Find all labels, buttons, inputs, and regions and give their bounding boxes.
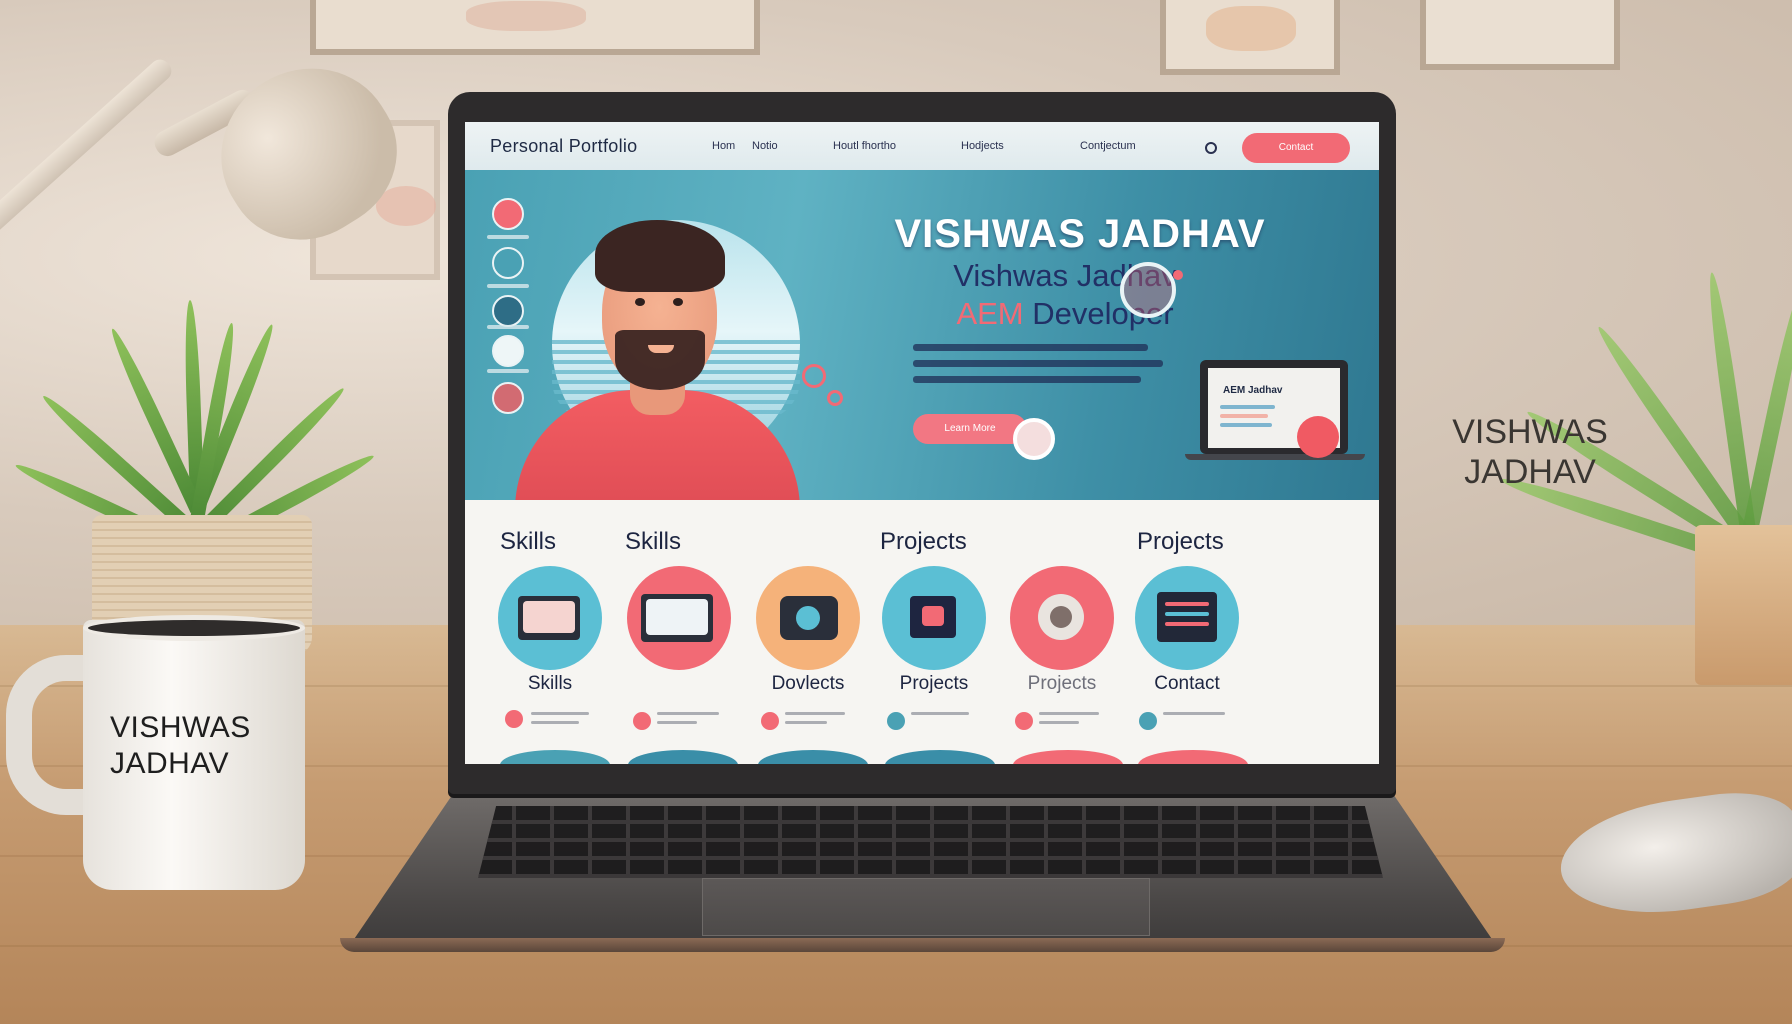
detail-line xyxy=(1039,721,1079,724)
detail-icon xyxy=(887,712,905,730)
skills-projects-section: Skills Skills Projects Projects Skills D… xyxy=(465,500,1379,764)
detail-icon xyxy=(761,712,779,730)
detail-line xyxy=(785,712,845,715)
mini-laptop-line xyxy=(1220,405,1275,409)
decor-bubble xyxy=(827,390,843,406)
decor-bubble xyxy=(802,364,826,388)
mini-laptop-line xyxy=(1220,414,1268,418)
nav-link-home[interactable]: Hom xyxy=(712,140,735,152)
keyboard-rows xyxy=(478,806,1383,878)
social-email-icon[interactable] xyxy=(492,382,524,414)
hero-description-line xyxy=(913,376,1141,383)
hero-description-line xyxy=(913,344,1148,351)
section-heading-skills: Skills xyxy=(625,528,682,555)
social-instagram-icon[interactable] xyxy=(492,198,524,230)
wall-frame xyxy=(310,0,760,55)
detail-line xyxy=(785,721,827,724)
mini-laptop-line xyxy=(1220,423,1272,427)
card-label-dovlects[interactable]: Dovlects xyxy=(743,673,873,695)
detail-icon xyxy=(505,710,523,728)
search-icon[interactable] xyxy=(1205,142,1217,154)
laptop-card-icon[interactable] xyxy=(627,566,731,670)
nav-link-about[interactable]: Notio xyxy=(752,140,778,152)
decor-ring xyxy=(1120,262,1176,318)
detail-line xyxy=(657,712,719,715)
card-label-skills[interactable]: Skills xyxy=(485,673,615,695)
hero-subtitle: Vishwas Jadhav xyxy=(953,258,1177,293)
target-card-icon[interactable] xyxy=(1010,566,1114,670)
footer-arc xyxy=(1138,750,1248,764)
nav-link-contact[interactable]: Contjectum xyxy=(1080,140,1136,152)
detail-line xyxy=(657,721,697,724)
nav-link-projects[interactable]: Hodjects xyxy=(961,140,1004,152)
footer-arc xyxy=(758,750,868,764)
mini-badge-icon xyxy=(1013,418,1055,460)
section-heading-projects: Projects xyxy=(1137,528,1224,555)
mug-print: VISHWAS JADHAV xyxy=(110,711,251,780)
nav-cta-button[interactable]: Contact xyxy=(1242,133,1350,163)
detail-line xyxy=(1163,712,1225,715)
detail-icon xyxy=(633,712,651,730)
card-label-projects[interactable]: Projects xyxy=(997,673,1127,695)
card-label-projects[interactable]: Projects xyxy=(869,673,999,695)
mini-document-icon xyxy=(1297,416,1339,458)
nav-link-portfolio[interactable]: Houtl fhortho xyxy=(833,140,896,152)
hero-role: AEM Developer xyxy=(800,296,1330,332)
plant-pot xyxy=(1695,525,1792,685)
laptop-edge xyxy=(340,938,1505,952)
site-navbar: Personal Portfolio Hom Notio Houtl fhort… xyxy=(465,122,1379,170)
hero-description-line xyxy=(913,360,1163,367)
wall-name-text: VISHWAS JADHAV xyxy=(1452,413,1608,491)
hero-role-accent: AEM xyxy=(956,296,1024,331)
footer-arc xyxy=(628,750,738,764)
laptop-screen: Personal Portfolio Hom Notio Houtl fhort… xyxy=(465,122,1379,764)
laptop-touchpad[interactable] xyxy=(702,878,1150,936)
section-heading-projects: Projects xyxy=(880,528,967,555)
mini-laptop-base xyxy=(1185,454,1365,460)
hero-learn-more-button[interactable]: Learn More xyxy=(913,414,1027,444)
detail-line xyxy=(531,712,589,715)
social-globe-icon[interactable] xyxy=(492,335,524,367)
mini-laptop-title: AEM Jadhav xyxy=(1223,385,1283,396)
footer-arc xyxy=(500,750,610,764)
site-brand[interactable]: Personal Portfolio xyxy=(490,136,637,157)
footer-arc xyxy=(1013,750,1123,764)
section-heading-skills: Skills xyxy=(500,528,557,555)
contact-card-icon[interactable] xyxy=(1135,566,1239,670)
puzzle-card-icon[interactable] xyxy=(882,566,986,670)
detail-line xyxy=(531,721,579,724)
social-linkedin-icon[interactable] xyxy=(492,295,524,327)
wall-frame xyxy=(1160,0,1340,75)
detail-line xyxy=(1039,712,1099,715)
skills-card-icon[interactable] xyxy=(498,566,602,670)
detail-icon xyxy=(1139,712,1157,730)
social-github-icon[interactable] xyxy=(492,247,524,279)
card-label-contact[interactable]: Contact xyxy=(1122,673,1252,695)
wall-frame xyxy=(1420,0,1620,70)
hero-title: VISHWAS JADHAV xyxy=(894,212,1266,256)
mug-rim xyxy=(83,615,305,641)
decor-dot xyxy=(1173,270,1183,280)
camera-card-icon[interactable] xyxy=(756,566,860,670)
detail-icon xyxy=(1015,712,1033,730)
hero-section: VISHWAS JADHAV Vishwas Jadhav AEM Develo… xyxy=(465,170,1379,560)
detail-line xyxy=(911,712,969,715)
footer-arc xyxy=(885,750,995,764)
